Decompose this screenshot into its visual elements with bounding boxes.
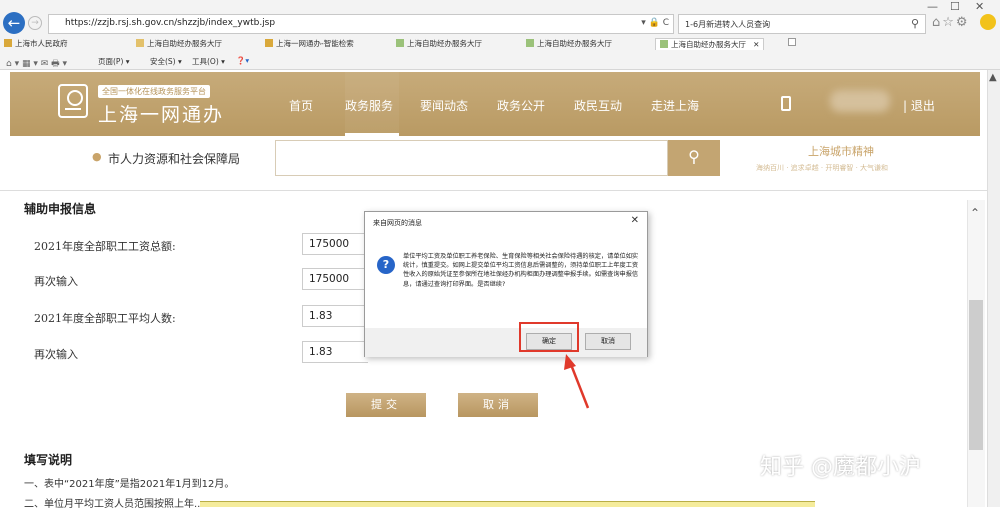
page-menu[interactable]: 页面(P) ▾: [98, 56, 130, 67]
close-window-icon[interactable]: ✕: [975, 0, 984, 13]
location-pin-icon: ●: [92, 150, 102, 163]
magnifier-icon[interactable]: ⚲: [911, 17, 919, 30]
active-tab-label: 上海自助经办服务大厅: [671, 40, 746, 49]
favorite-label: 上海自助经办服务大厅: [147, 39, 222, 48]
favorite-label: 上海一网通办-智能检索: [276, 39, 354, 48]
shanghai-emblem-icon[interactable]: [58, 84, 88, 118]
zhihu-watermark: 知乎 @魔都小沪: [760, 455, 921, 480]
cancel-button[interactable]: 取消: [458, 393, 538, 417]
active-tab[interactable]: 上海自助经办服务大厅 ✕: [655, 38, 765, 50]
dialog-message: 单位平均工资及单位职工养老保险、生育保险等相关社会保险待遇的核定，请单位如实统计…: [403, 253, 639, 288]
field-label-wage-total: 2021年度全部职工工资总额:: [34, 240, 176, 253]
confirm-dialog: 来自网页的消息 ✕ ? 单位平均工资及单位职工养老保险、生育保险等相关社会保险待…: [364, 211, 648, 357]
safety-menu[interactable]: 安全(S) ▾: [150, 56, 182, 67]
browser-search-text: 1-6月新进转入人员查询: [685, 20, 771, 29]
blurred-username: [830, 90, 890, 112]
dialog-title: 来自网页的消息: [373, 219, 422, 227]
favorite-label: 上海市人民政府: [15, 39, 68, 48]
address-row: ← → https://zzjb.rsj.sh.gov.cn/shzzjb/in…: [0, 0, 1000, 34]
nav-interaction[interactable]: 政民互动: [574, 97, 622, 114]
back-arrow-icon[interactable]: ←: [3, 12, 25, 34]
nav-about-shanghai[interactable]: 走进上海: [651, 97, 699, 114]
favorite-link[interactable]: 上海一网通办-智能检索: [265, 38, 354, 49]
site-header: 全国一体化在线政务服务平台 上海一网通办 首页 政务服务 要闻动态 政务公开 政…: [10, 72, 980, 136]
platform-badge: 全国一体化在线政务服务平台: [98, 85, 210, 98]
address-bar-icons[interactable]: ▾ 🔒 C: [641, 18, 669, 28]
search-icon[interactable]: ⚲: [668, 140, 720, 176]
nav-home[interactable]: 首页: [289, 97, 313, 114]
dialog-body: ? 单位平均工资及单位职工养老保险、生育保险等相关社会保险待遇的核定，请单位如实…: [365, 232, 647, 328]
logout-label: 退出: [910, 99, 935, 113]
help-icon[interactable]: ❓▾: [236, 56, 249, 65]
forward-arrow-icon[interactable]: →: [28, 16, 42, 30]
city-motto: 上海城市精神: [808, 145, 874, 158]
favorite-link[interactable]: 上海自助经办服务大厅: [396, 38, 482, 49]
field-label-avg-headcount: 2021年度全部职工平均人数:: [34, 312, 176, 325]
question-icon: ?: [377, 256, 395, 274]
favorite-link[interactable]: 上海自助经办服务大厅: [136, 38, 222, 49]
favorites-bar: 上海市人民政府 上海自助经办服务大厅 上海一网通办-智能检索 上海自助经办服务大…: [0, 36, 1000, 52]
city-motto-sub: 海纳百川 · 追求卓越 · 开明睿智 · 大气谦和: [756, 164, 889, 172]
browser-search-box[interactable]: 1-6月新进转入人员查询 ⚲: [678, 14, 926, 34]
nav-services[interactable]: 政务服务: [345, 97, 393, 114]
tools-menu[interactable]: 工具(O) ▾: [192, 56, 225, 67]
favorite-link[interactable]: 上海自助经办服务大厅: [526, 38, 612, 49]
browser-toolbar: ← → https://zzjb.rsj.sh.gov.cn/shzzjb/in…: [0, 0, 1000, 70]
field-label-wage-total-confirm: 再次输入: [34, 275, 78, 288]
site-logo-text[interactable]: 上海一网通办: [98, 100, 224, 127]
scroll-up-arrow-icon[interactable]: ▲: [989, 72, 997, 83]
wage-total-confirm-input[interactable]: 175000: [302, 268, 368, 290]
submit-button[interactable]: 提交: [346, 393, 426, 417]
content-scroll-up-icon[interactable]: ⌃: [970, 206, 980, 220]
favorite-label: 上海自助经办服务大厅: [407, 39, 482, 48]
wage-total-input[interactable]: 175000: [302, 233, 368, 255]
smiley-feedback-icon[interactable]: [980, 14, 996, 30]
minimize-icon[interactable]: —: [927, 0, 938, 13]
home-star-gear-icons[interactable]: ⌂☆⚙: [932, 15, 970, 30]
command-bar: ⌂ ▾ ▦ ▾ ✉ 🖶 ▾ 页面(P) ▾ 安全(S) ▾ 工具(O) ▾ ❓▾: [0, 54, 1000, 70]
notes-title: 填写说明: [24, 453, 73, 467]
note-line: 二、单位月平均工资人员范围按照上年...: [24, 499, 204, 510]
avg-headcount-confirm-input[interactable]: 1.83: [302, 341, 368, 363]
favorite-label: 上海自助经办服务大厅: [537, 39, 612, 48]
red-arrow-annotation: [564, 354, 590, 409]
yellow-notice-strip: [200, 501, 815, 507]
section-title: 辅助申报信息: [24, 202, 97, 216]
tab-close-icon[interactable]: ✕: [753, 40, 759, 49]
maximize-icon[interactable]: ☐: [950, 0, 960, 13]
mobile-phone-icon[interactable]: [781, 96, 791, 111]
home-tools-icons[interactable]: ⌂ ▾ ▦ ▾ ✉ 🖶 ▾: [6, 56, 67, 72]
dialog-footer: 确定 取消: [365, 328, 647, 357]
site-search-input[interactable]: [275, 140, 668, 176]
department-name: 市人力资源和社会保障局: [108, 152, 241, 166]
new-tab-icon[interactable]: [788, 38, 799, 47]
browser-scrollbar[interactable]: [987, 70, 1000, 507]
note-line: 一、表中“2021年度”是指2021年1月到12月。: [24, 479, 235, 490]
address-bar[interactable]: https://zzjb.rsj.sh.gov.cn/shzzjb/index_…: [48, 14, 674, 34]
scrollbar-thumb[interactable]: [969, 300, 983, 450]
dialog-close-icon[interactable]: ✕: [631, 215, 639, 226]
avg-headcount-input[interactable]: 1.83: [302, 305, 368, 327]
dialog-cancel-button[interactable]: 取消: [585, 333, 631, 350]
logout-link[interactable]: | 退出: [903, 97, 935, 114]
nav-news[interactable]: 要闻动态: [420, 97, 468, 114]
nav-open-government[interactable]: 政务公开: [497, 97, 545, 114]
favorite-link[interactable]: 上海市人民政府: [4, 38, 68, 49]
department-search-band: ● 市人力资源和社会保障局 ⚲ 上海城市精神 海纳百川 · 追求卓越 · 开明睿…: [10, 136, 980, 186]
ok-highlight-box: [519, 322, 579, 352]
url-text: https://zzjb.rsj.sh.gov.cn/shzzjb/index_…: [65, 18, 276, 28]
field-label-avg-headcount-confirm: 再次输入: [34, 348, 78, 361]
content-divider: [0, 190, 1000, 191]
